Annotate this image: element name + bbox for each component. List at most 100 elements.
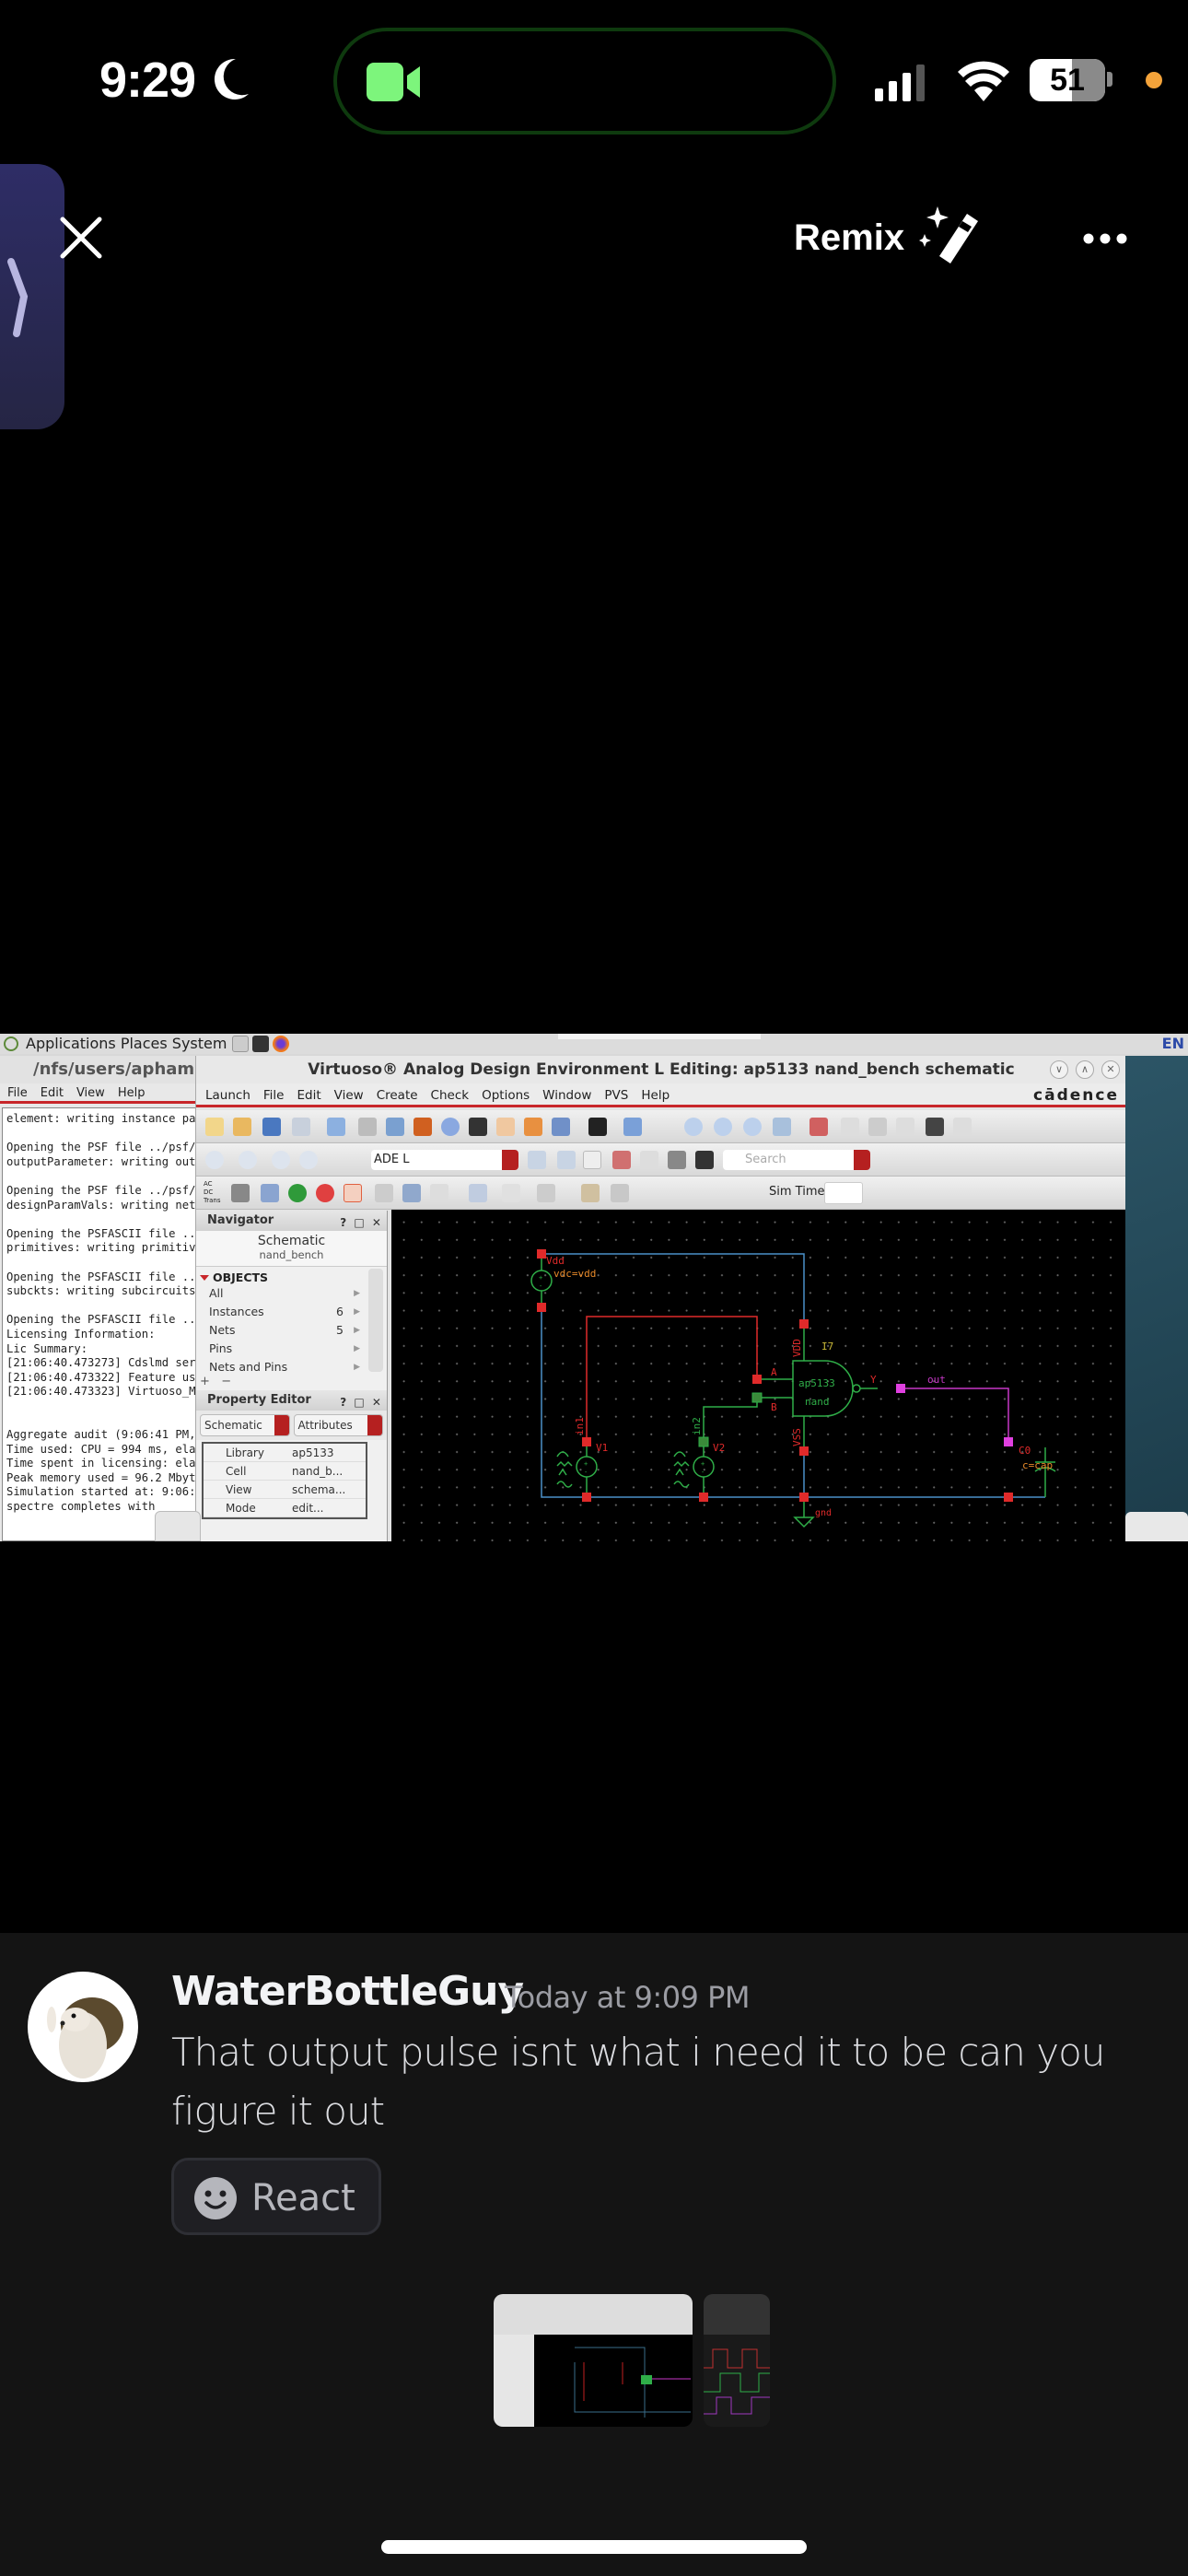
navigator-object-row[interactable]: All ▶	[196, 1284, 366, 1303]
maximize-button[interactable]: ∧	[1076, 1060, 1094, 1079]
sim-time-input[interactable]	[824, 1182, 863, 1204]
analysis-trans[interactable]: Trans	[204, 1197, 221, 1205]
check-save-icon[interactable]	[262, 1118, 281, 1136]
virtuoso-menu-create[interactable]: Create	[377, 1083, 418, 1107]
pin-icon[interactable]	[926, 1118, 944, 1136]
select-pin-icon[interactable]	[668, 1151, 686, 1169]
terminal-menu-file[interactable]: File	[7, 1083, 28, 1101]
undo-icon[interactable]	[496, 1118, 515, 1136]
expand-arrow-icon[interactable]: ▶	[354, 1340, 360, 1358]
wide-wire-icon[interactable]	[868, 1118, 887, 1136]
schematic-canvas[interactable]: + - + - + - Vdd vdc=vdd in1 in2 V1 V2 A …	[391, 1210, 1126, 1541]
results-browser-icon[interactable]	[402, 1184, 421, 1202]
dock-buttons[interactable]: ? □ ✕	[340, 1392, 383, 1412]
run-simulation-icon[interactable]	[288, 1184, 307, 1202]
message-username[interactable]: WaterBottleGuy	[171, 1968, 524, 2015]
virtuoso-menu-view[interactable]: View	[334, 1083, 364, 1107]
terminal-window[interactable]: /nfs/users/apham18/ File Edit View Help …	[0, 1056, 224, 1541]
zoom-area-icon[interactable]	[773, 1118, 791, 1136]
terminal-menu-help[interactable]: Help	[118, 1083, 146, 1101]
more-horizontal-icon[interactable]	[1083, 232, 1127, 245]
property-row[interactable]: Cell nand_b...	[204, 1462, 366, 1481]
virtuoso-menu-options[interactable]: Options	[482, 1083, 530, 1107]
navigator-object-row[interactable]: Nets 5 ▶	[196, 1321, 366, 1340]
system-menu[interactable]: System	[172, 1035, 227, 1052]
virtuoso-menu-pvs[interactable]: PVS	[604, 1083, 628, 1107]
analysis-dc[interactable]: DC	[204, 1188, 221, 1197]
forward-icon[interactable]	[239, 1151, 257, 1169]
log-icon[interactable]	[611, 1184, 629, 1202]
remix-button-label[interactable]: Remix	[794, 217, 904, 259]
attachment-thumbnail-1[interactable]	[494, 2294, 693, 2427]
open-folder-icon[interactable]	[233, 1118, 251, 1136]
places-menu[interactable]: Places	[121, 1035, 168, 1052]
terminal-output[interactable]: element: writing instance pa Opening the …	[2, 1107, 220, 1541]
attributes-filter-select[interactable]: Attributes	[293, 1414, 383, 1436]
navigator-object-row[interactable]: Instances 6 ▶	[196, 1303, 366, 1321]
virtuoso-menu-launch[interactable]: Launch	[205, 1083, 250, 1107]
edit-properties-icon[interactable]	[502, 1184, 520, 1202]
virtuoso-menu-window[interactable]: Window	[542, 1083, 591, 1107]
side-panel-tab[interactable]	[0, 164, 64, 429]
text-edit-icon[interactable]	[469, 1118, 487, 1136]
info-icon[interactable]	[441, 1118, 460, 1136]
property-sheet-icon[interactable]	[953, 1118, 972, 1136]
select-label-icon[interactable]	[695, 1151, 714, 1169]
attached-screenshot[interactable]: Applications Places System EN /nfs/users…	[0, 1034, 1188, 1541]
file-cabinet-icon[interactable]	[232, 1036, 249, 1052]
wire-label-icon[interactable]	[896, 1118, 914, 1136]
up-icon[interactable]	[272, 1151, 290, 1169]
stretch-icon[interactable]	[386, 1118, 404, 1136]
virtuoso-menu-file[interactable]: File	[263, 1083, 285, 1107]
virtuoso-menu-check[interactable]: Check	[431, 1083, 470, 1107]
expand-arrow-icon[interactable]: ▶	[354, 1284, 360, 1303]
move-icon[interactable]	[327, 1118, 345, 1136]
select-instance-icon[interactable]	[612, 1151, 631, 1169]
select-all-icon[interactable]	[583, 1151, 601, 1169]
skill-console-icon[interactable]	[430, 1184, 448, 1202]
back-icon[interactable]	[205, 1151, 224, 1169]
property-row[interactable]: Library ap5133	[204, 1444, 366, 1462]
netlist-icon[interactable]	[261, 1184, 279, 1202]
remix-wand-icon[interactable]	[919, 206, 985, 265]
schematic-filter-select[interactable]: Schematic	[200, 1414, 290, 1436]
save-state-icon[interactable]	[528, 1151, 546, 1169]
virtuoso-menu-edit[interactable]: Edit	[297, 1083, 320, 1107]
minimize-button[interactable]: ∨	[1050, 1060, 1068, 1079]
tray-language[interactable]: EN	[1162, 1034, 1184, 1054]
search-input[interactable]: Search	[723, 1150, 870, 1170]
applications-menu[interactable]: Applications	[26, 1035, 116, 1052]
load-state-icon[interactable]	[557, 1151, 576, 1169]
zoom-in-icon[interactable]	[684, 1118, 703, 1136]
zoom-fit-icon[interactable]	[743, 1118, 762, 1136]
minimized-window-controls[interactable]	[1125, 1512, 1188, 1541]
virtuoso-menu-help[interactable]: Help	[641, 1083, 670, 1107]
property-row[interactable]: View schema...	[204, 1481, 366, 1499]
add-instance-icon[interactable]	[809, 1118, 828, 1136]
property-row[interactable]: Mode edit...	[204, 1499, 366, 1517]
terminal-icon[interactable]	[252, 1036, 269, 1052]
expand-arrow-icon[interactable]: ▶	[354, 1303, 360, 1321]
attachment-thumbnail-2[interactable]	[704, 2294, 770, 2427]
delete-icon[interactable]	[413, 1118, 432, 1136]
navigator-object-row[interactable]: Pins ▶	[196, 1340, 366, 1358]
expand-arrow-icon[interactable]: ▶	[354, 1321, 360, 1340]
text-size-icon[interactable]	[588, 1118, 607, 1136]
variables-icon[interactable]	[231, 1184, 250, 1202]
align-icon[interactable]	[623, 1118, 642, 1136]
objects-header[interactable]: OBJECTS	[196, 1267, 387, 1284]
stop-simulation-icon[interactable]	[316, 1184, 334, 1202]
minimized-window[interactable]	[155, 1511, 201, 1541]
react-button[interactable]: React	[171, 2158, 381, 2235]
terminal-menu-edit[interactable]: Edit	[41, 1083, 64, 1101]
ade-workspace-select[interactable]: ADE L	[371, 1150, 518, 1170]
calculator-icon[interactable]	[375, 1184, 393, 1202]
plot-outputs-icon[interactable]	[344, 1184, 362, 1202]
navigator-scrollbar[interactable]	[368, 1269, 383, 1372]
rotate-icon[interactable]	[552, 1118, 570, 1136]
snap-grid-icon[interactable]	[537, 1184, 555, 1202]
analysis-radio-group[interactable]: AC DC Trans	[204, 1180, 221, 1205]
terminal-menu-view[interactable]: View	[76, 1083, 105, 1101]
zoom-out-icon[interactable]	[714, 1118, 732, 1136]
close-window-button[interactable]: ✕	[1101, 1060, 1120, 1079]
